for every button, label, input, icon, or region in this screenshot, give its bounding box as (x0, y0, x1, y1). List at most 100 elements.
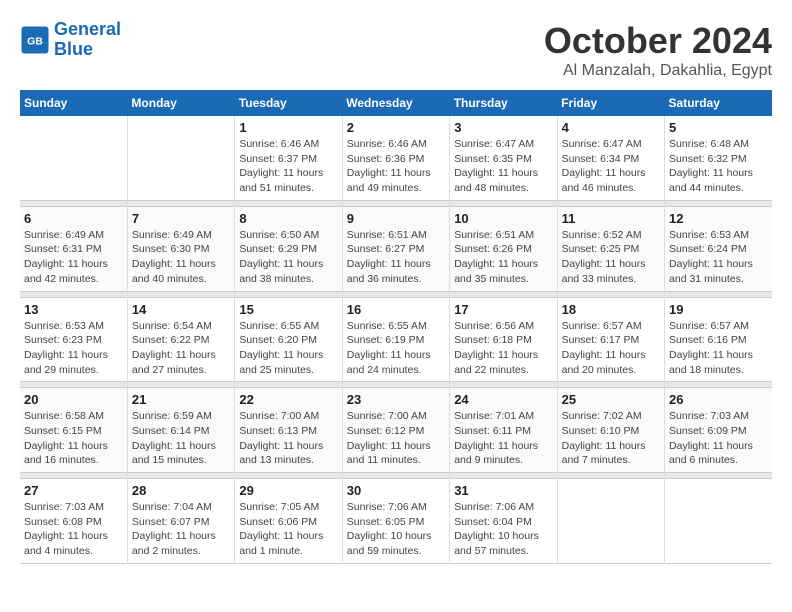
calendar-day-cell: 30 Sunrise: 7:06 AM Sunset: 6:05 PM Dayli… (342, 479, 449, 564)
day-number: 1 (239, 120, 337, 135)
day-number: 23 (347, 392, 445, 407)
day-number: 7 (132, 211, 230, 226)
calendar-day-cell: 9 Sunrise: 6:51 AM Sunset: 6:27 PM Daylig… (342, 206, 449, 291)
day-info: Sunrise: 6:49 AM Sunset: 6:31 PM Dayligh… (24, 228, 123, 287)
calendar-table: SundayMondayTuesdayWednesdayThursdayFrid… (20, 90, 772, 564)
day-info: Sunrise: 6:57 AM Sunset: 6:17 PM Dayligh… (562, 319, 660, 378)
day-info: Sunrise: 7:02 AM Sunset: 6:10 PM Dayligh… (562, 409, 660, 468)
calendar-day-cell: 14 Sunrise: 6:54 AM Sunset: 6:22 PM Dayli… (127, 297, 234, 382)
header-row: SundayMondayTuesdayWednesdayThursdayFrid… (20, 90, 772, 116)
calendar-day-cell (127, 116, 234, 200)
calendar-header: SundayMondayTuesdayWednesdayThursdayFrid… (20, 90, 772, 116)
day-number: 29 (239, 483, 337, 498)
day-info: Sunrise: 7:06 AM Sunset: 6:05 PM Dayligh… (347, 500, 445, 559)
month-title: October 2024 (544, 20, 772, 62)
day-info: Sunrise: 7:06 AM Sunset: 6:04 PM Dayligh… (454, 500, 552, 559)
day-of-week-header: Friday (557, 90, 664, 116)
day-number: 8 (239, 211, 337, 226)
day-info: Sunrise: 6:54 AM Sunset: 6:22 PM Dayligh… (132, 319, 230, 378)
day-number: 28 (132, 483, 230, 498)
calendar-day-cell: 22 Sunrise: 7:00 AM Sunset: 6:13 PM Dayli… (235, 388, 342, 473)
day-info: Sunrise: 6:47 AM Sunset: 6:35 PM Dayligh… (454, 137, 552, 196)
day-of-week-header: Tuesday (235, 90, 342, 116)
day-number: 15 (239, 302, 337, 317)
day-info: Sunrise: 6:48 AM Sunset: 6:32 PM Dayligh… (669, 137, 768, 196)
svg-text:GB: GB (27, 35, 43, 47)
calendar-day-cell: 25Sunrise: 7:02 AM Sunset: 6:10 PM Dayli… (557, 388, 664, 473)
calendar-day-cell: 29 Sunrise: 7:05 AM Sunset: 6:06 PM Dayli… (235, 479, 342, 564)
day-info: Sunrise: 7:04 AM Sunset: 6:07 PM Dayligh… (132, 500, 230, 559)
day-number: 18 (562, 302, 660, 317)
day-number: 3 (454, 120, 552, 135)
calendar-day-cell (20, 116, 127, 200)
calendar-day-cell: 4Sunrise: 6:47 AM Sunset: 6:34 PM Daylig… (557, 116, 664, 200)
day-info: Sunrise: 6:56 AM Sunset: 6:18 PM Dayligh… (454, 319, 552, 378)
calendar-day-cell: 13Sunrise: 6:53 AM Sunset: 6:23 PM Dayli… (20, 297, 127, 382)
day-number: 11 (562, 211, 660, 226)
title-block: October 2024 Al Manzalah, Dakahlia, Egyp… (544, 20, 772, 80)
day-info: Sunrise: 6:58 AM Sunset: 6:15 PM Dayligh… (24, 409, 123, 468)
day-number: 10 (454, 211, 552, 226)
day-info: Sunrise: 7:03 AM Sunset: 6:08 PM Dayligh… (24, 500, 123, 559)
day-info: Sunrise: 6:55 AM Sunset: 6:19 PM Dayligh… (347, 319, 445, 378)
day-number: 9 (347, 211, 445, 226)
calendar-week-row: 27 Sunrise: 7:03 AM Sunset: 6:08 PM Dayli… (20, 479, 772, 564)
day-info: Sunrise: 6:49 AM Sunset: 6:30 PM Dayligh… (132, 228, 230, 287)
day-of-week-header: Thursday (450, 90, 557, 116)
page-header: GB General Blue October 2024 Al Manzalah… (20, 20, 772, 80)
day-number: 12 (669, 211, 768, 226)
logo-icon: GB (20, 25, 50, 55)
calendar-day-cell: 31 Sunrise: 7:06 AM Sunset: 6:04 PM Dayli… (450, 479, 557, 564)
day-info: Sunrise: 7:03 AM Sunset: 6:09 PM Dayligh… (669, 409, 768, 468)
day-number: 17 (454, 302, 552, 317)
day-info: Sunrise: 7:00 AM Sunset: 6:13 PM Dayligh… (239, 409, 337, 468)
day-info: Sunrise: 6:52 AM Sunset: 6:25 PM Dayligh… (562, 228, 660, 287)
calendar-day-cell: 26Sunrise: 7:03 AM Sunset: 6:09 PM Dayli… (665, 388, 772, 473)
day-number: 22 (239, 392, 337, 407)
day-info: Sunrise: 7:00 AM Sunset: 6:12 PM Dayligh… (347, 409, 445, 468)
calendar-day-cell: 17 Sunrise: 6:56 AM Sunset: 6:18 PM Dayli… (450, 297, 557, 382)
day-number: 30 (347, 483, 445, 498)
calendar-day-cell: 5 Sunrise: 6:48 AM Sunset: 6:32 PM Daylig… (665, 116, 772, 200)
calendar-day-cell: 2 Sunrise: 6:46 AM Sunset: 6:36 PM Daylig… (342, 116, 449, 200)
day-info: Sunrise: 6:46 AM Sunset: 6:36 PM Dayligh… (347, 137, 445, 196)
day-info: Sunrise: 7:05 AM Sunset: 6:06 PM Dayligh… (239, 500, 337, 559)
calendar-day-cell: 19 Sunrise: 6:57 AM Sunset: 6:16 PM Dayli… (665, 297, 772, 382)
logo-text: General Blue (54, 20, 121, 60)
day-number: 6 (24, 211, 123, 226)
day-info: Sunrise: 6:46 AM Sunset: 6:37 PM Dayligh… (239, 137, 337, 196)
calendar-day-cell: 8 Sunrise: 6:50 AM Sunset: 6:29 PM Daylig… (235, 206, 342, 291)
day-number: 16 (347, 302, 445, 317)
calendar-day-cell: 16 Sunrise: 6:55 AM Sunset: 6:19 PM Dayli… (342, 297, 449, 382)
day-of-week-header: Wednesday (342, 90, 449, 116)
calendar-day-cell: 7 Sunrise: 6:49 AM Sunset: 6:30 PM Daylig… (127, 206, 234, 291)
calendar-day-cell: 24Sunrise: 7:01 AM Sunset: 6:11 PM Dayli… (450, 388, 557, 473)
day-number: 14 (132, 302, 230, 317)
calendar-day-cell: 12Sunrise: 6:53 AM Sunset: 6:24 PM Dayli… (665, 206, 772, 291)
day-number: 24 (454, 392, 552, 407)
calendar-day-cell: 15Sunrise: 6:55 AM Sunset: 6:20 PM Dayli… (235, 297, 342, 382)
day-info: Sunrise: 6:57 AM Sunset: 6:16 PM Dayligh… (669, 319, 768, 378)
day-number: 21 (132, 392, 230, 407)
day-of-week-header: Saturday (665, 90, 772, 116)
calendar-day-cell: 6 Sunrise: 6:49 AM Sunset: 6:31 PM Daylig… (20, 206, 127, 291)
calendar-day-cell: 23 Sunrise: 7:00 AM Sunset: 6:12 PM Dayli… (342, 388, 449, 473)
day-number: 31 (454, 483, 552, 498)
calendar-day-cell: 1 Sunrise: 6:46 AM Sunset: 6:37 PM Daylig… (235, 116, 342, 200)
day-number: 5 (669, 120, 768, 135)
day-of-week-header: Sunday (20, 90, 127, 116)
day-info: Sunrise: 6:59 AM Sunset: 6:14 PM Dayligh… (132, 409, 230, 468)
day-info: Sunrise: 6:51 AM Sunset: 6:27 PM Dayligh… (347, 228, 445, 287)
calendar-body: 1 Sunrise: 6:46 AM Sunset: 6:37 PM Daylig… (20, 116, 772, 563)
day-number: 2 (347, 120, 445, 135)
day-number: 27 (24, 483, 123, 498)
day-number: 19 (669, 302, 768, 317)
day-info: Sunrise: 6:50 AM Sunset: 6:29 PM Dayligh… (239, 228, 337, 287)
calendar-day-cell: 10Sunrise: 6:51 AM Sunset: 6:26 PM Dayli… (450, 206, 557, 291)
day-info: Sunrise: 6:53 AM Sunset: 6:23 PM Dayligh… (24, 319, 123, 378)
calendar-day-cell: 11 Sunrise: 6:52 AM Sunset: 6:25 PM Dayli… (557, 206, 664, 291)
calendar-day-cell (557, 479, 664, 564)
day-number: 4 (562, 120, 660, 135)
calendar-day-cell: 18 Sunrise: 6:57 AM Sunset: 6:17 PM Dayli… (557, 297, 664, 382)
calendar-day-cell: 3 Sunrise: 6:47 AM Sunset: 6:35 PM Daylig… (450, 116, 557, 200)
